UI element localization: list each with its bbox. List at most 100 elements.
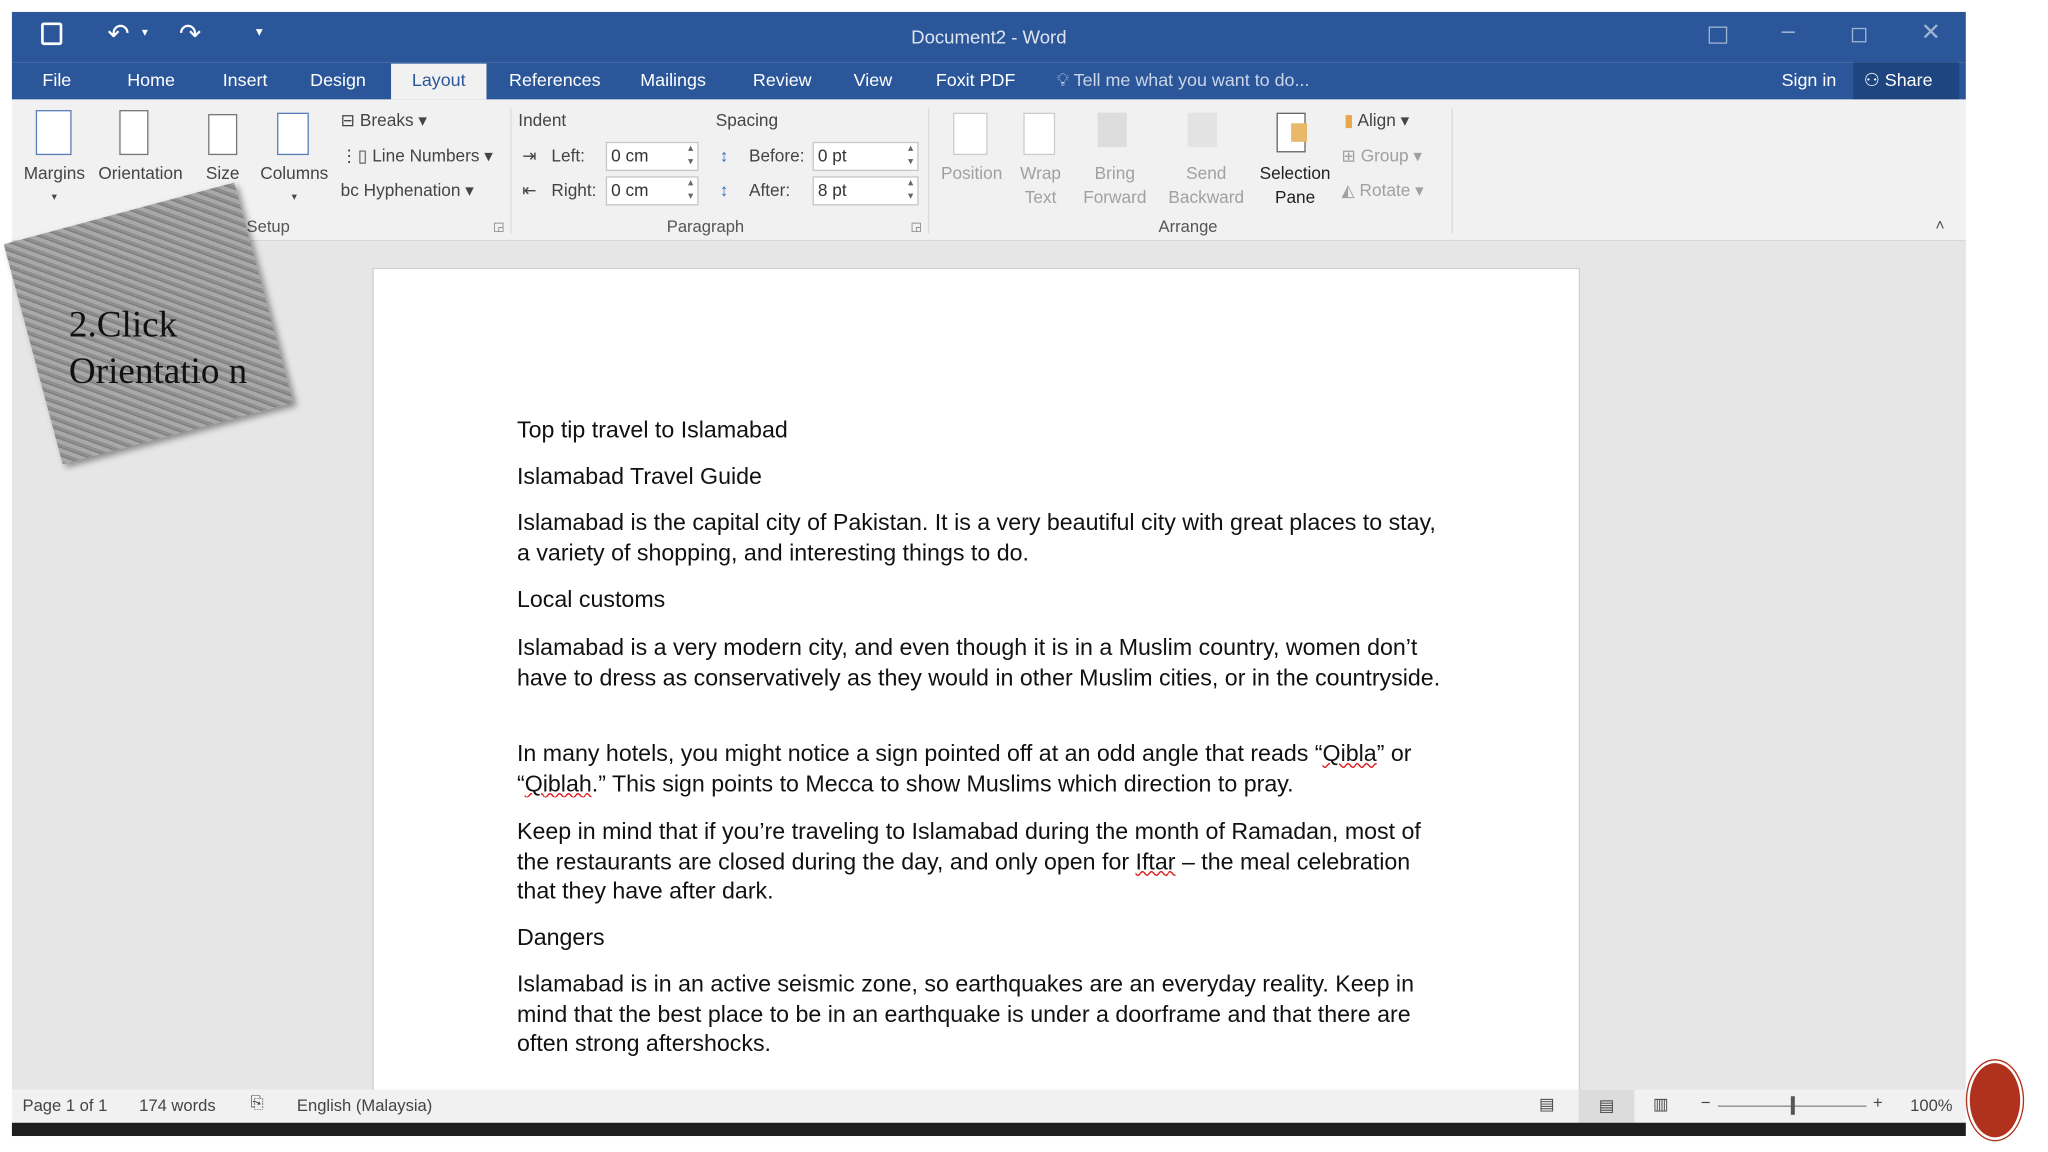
doc-heading: Local customs: [516, 585, 666, 613]
tab-file[interactable]: File: [32, 68, 82, 100]
share-label: Share: [1884, 70, 1933, 91]
window-title: Document2 - Word: [911, 26, 1067, 48]
doc-paragraph: Islamabad is a very modern city, and eve…: [516, 633, 1441, 690]
orientation-button[interactable]: Orientation: [93, 110, 188, 205]
tab-layout[interactable]: Layout: [391, 63, 487, 100]
tab-home[interactable]: Home: [117, 68, 186, 100]
web-layout-icon[interactable]: ▥: [1653, 1094, 1669, 1114]
misspelled-word[interactable]: Iftar: [1136, 848, 1176, 875]
indent-right-icon: ⇤: [522, 180, 537, 201]
zoom-slider-thumb[interactable]: [1790, 1096, 1795, 1115]
position-button[interactable]: Position: [935, 110, 1009, 205]
group-button[interactable]: ⊞ Group ▾: [1341, 144, 1422, 168]
bring-forward-icon: [1097, 112, 1127, 148]
language[interactable]: English (Malaysia): [297, 1096, 432, 1115]
rotate-icon: ◭: [1341, 180, 1355, 201]
position-icon: [953, 112, 988, 156]
close-button[interactable]: ✕: [1921, 19, 1941, 47]
bring-forward-label-2: Forward: [1083, 186, 1147, 207]
tab-references[interactable]: References: [498, 68, 611, 100]
size-label: Size: [205, 163, 240, 183]
setup-dialog-launcher-icon[interactable]: ◲: [493, 220, 504, 235]
zoom-in-button[interactable]: +: [1873, 1094, 1883, 1113]
wrap-text-label-2: Text: [1024, 186, 1057, 207]
minimize-button[interactable]: –: [1782, 17, 1795, 45]
selection-pane-button[interactable]: Selection Pane: [1254, 110, 1336, 207]
print-layout-icon[interactable]: ▤: [1578, 1089, 1635, 1123]
hyphenation-button[interactable]: bc Hyphenation ▾: [341, 179, 474, 203]
sign-in-link[interactable]: Sign in: [1771, 68, 1847, 100]
breaks-button[interactable]: ⊟ Breaks ▾: [341, 109, 427, 133]
columns-button[interactable]: Columns ▾: [255, 110, 335, 205]
doc-heading: Dangers: [516, 923, 605, 951]
indent-left-input[interactable]: 0 cm: [605, 141, 699, 171]
send-backward-button[interactable]: Send Backward: [1159, 110, 1254, 207]
position-label: Position: [940, 163, 1003, 183]
spacing-after-input[interactable]: 8 pt: [812, 176, 919, 206]
person-add-icon: ⚇: [1863, 70, 1880, 91]
paragraph-group-label: Paragraph: [666, 217, 745, 236]
tab-design[interactable]: Design: [300, 68, 377, 100]
misspelled-word[interactable]: Qiblah: [525, 769, 592, 796]
spacing-label: Spacing: [715, 110, 779, 130]
word-count[interactable]: 174 words: [139, 1096, 215, 1115]
indent-label: Indent: [518, 110, 567, 130]
spacing-after-icon: ↕: [719, 180, 729, 201]
send-backward-label-2: Backward: [1168, 186, 1245, 207]
ribbon-display-options-icon[interactable]: [1708, 26, 1728, 44]
indent-left-label: Left:: [551, 145, 585, 166]
ribbon-tabs: File Home Insert Design Layout Reference…: [11, 62, 1966, 100]
line-numbers-button[interactable]: ⋮▯ Line Numbers ▾: [341, 144, 493, 168]
taskbar: [11, 1122, 1966, 1137]
status-bar: Page 1 of 1 174 words ⎘ English (Malaysi…: [11, 1089, 1966, 1123]
tab-view[interactable]: View: [843, 68, 903, 100]
rotate-button[interactable]: ◭ Rotate ▾: [1341, 179, 1423, 203]
line-numbers-icon: ⋮▯: [340, 145, 368, 166]
share-button[interactable]: ⚇ Share: [1853, 62, 1960, 100]
spacing-before-input[interactable]: 0 pt: [812, 141, 919, 171]
zoom-out-button[interactable]: −: [1701, 1094, 1711, 1113]
collapse-ribbon-icon[interactable]: ˄: [1935, 216, 1944, 235]
restore-button[interactable]: [1851, 27, 1867, 43]
misspelled-word[interactable]: Qibla: [1323, 740, 1377, 767]
selection-pane-label-2: Pane: [1274, 186, 1316, 207]
align-button[interactable]: ▮ Align ▾: [1344, 109, 1409, 133]
indent-right-input[interactable]: 0 cm: [605, 176, 699, 206]
group-label: Group: [1360, 145, 1409, 166]
page-count[interactable]: Page 1 of 1: [23, 1096, 108, 1115]
paragraph-dialog-launcher-icon[interactable]: ◲: [911, 220, 922, 235]
align-icon: ▮: [1344, 110, 1354, 130]
proofing-icon[interactable]: ⎘: [251, 1094, 264, 1114]
orientation-icon: [119, 110, 149, 156]
doc-paragraph: Islamabad is the capital city of Pakista…: [516, 509, 1436, 566]
bring-forward-button[interactable]: Bring Forward: [1074, 110, 1156, 207]
tab-mailings[interactable]: Mailings: [630, 68, 717, 100]
line-numbers-label: Line Numbers: [372, 145, 480, 166]
read-mode-icon[interactable]: ▤: [1539, 1094, 1555, 1114]
indent-right-label: Right:: [551, 180, 597, 201]
group-icon: ⊞: [1341, 145, 1356, 166]
wrap-text-button[interactable]: Wrap Text: [1011, 110, 1069, 207]
doc-title: Top tip travel to Islamabad: [516, 416, 788, 443]
margins-button[interactable]: Margins ▾: [19, 110, 91, 205]
tab-insert[interactable]: Insert: [212, 68, 278, 100]
margins-icon: [35, 110, 72, 156]
selection-pane-label: Selection: [1259, 163, 1331, 183]
tab-foxit-pdf[interactable]: Foxit PDF: [925, 68, 1026, 100]
setup-group-label: Setup: [246, 217, 290, 236]
record-indicator: [1967, 1060, 2023, 1140]
indent-left-icon: ⇥: [522, 145, 537, 166]
send-backward-label: Send: [1186, 163, 1227, 183]
hyphenation-icon: bc: [340, 180, 359, 201]
doc-paragraph: Islamabad is in an active seismic zone, …: [516, 970, 1414, 1057]
size-button[interactable]: Size: [199, 110, 247, 190]
columns-label: Columns: [260, 163, 329, 183]
callout-text: 2.Click Orientatio n: [68, 304, 248, 393]
wrap-text-icon: [1023, 112, 1056, 156]
text-run: In many hotels, you might notice a sign …: [516, 739, 1323, 767]
title-bar: ↶ ▾ ↷ ▾ Document2 - Word – ✕: [11, 11, 1966, 63]
spacing-after-label: After:: [748, 180, 791, 201]
tab-review[interactable]: Review: [742, 68, 822, 100]
zoom-level[interactable]: 100%: [1910, 1096, 1952, 1115]
tell-me-search[interactable]: 💡︎ Tell me what you want to do...: [1046, 68, 1320, 100]
